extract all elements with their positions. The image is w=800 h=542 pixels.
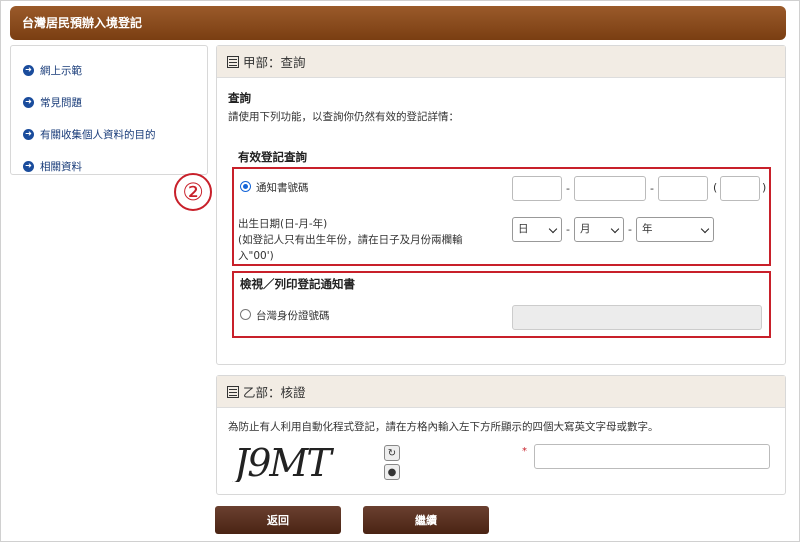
dob-label: 出生日期(日-月-年) bbox=[238, 218, 328, 230]
taiwan-id-input[interactable] bbox=[512, 305, 762, 330]
dash-separator: - bbox=[628, 223, 632, 236]
captcha-instruction: 為防止有人利用自動化程式登記，請在方格內輸入左下方所顯示的四個大寫英文字母或數字… bbox=[228, 421, 659, 433]
sidebar-item-label: 相關資料 bbox=[40, 160, 82, 173]
sidebar: ➜ 網上示範 ➜ 常見問題 ➜ 有關收集個人資料的目的 ➜ 相關資料 bbox=[10, 45, 208, 175]
page-title: 台灣居民預辦入境登記 bbox=[22, 16, 143, 30]
arrow-right-circle-icon: ➜ bbox=[23, 160, 34, 172]
continue-button[interactable]: 繼續 bbox=[363, 506, 489, 534]
dash-separator: - bbox=[566, 223, 570, 236]
paren-open: ( bbox=[713, 181, 718, 194]
month-select-value: 月 bbox=[580, 223, 591, 235]
captcha-text: J9MT bbox=[232, 441, 334, 482]
captcha-input[interactable] bbox=[534, 444, 770, 469]
print-notice-title: 檢視／列印登記通知書 bbox=[240, 277, 355, 291]
callout-number: ② bbox=[174, 173, 212, 211]
required-mark: * bbox=[522, 446, 527, 457]
page-header: 台灣居民預辦入境登記 bbox=[10, 6, 786, 40]
query-title: 查詢 bbox=[228, 91, 251, 105]
paren-close: ) bbox=[762, 181, 767, 194]
chevron-down-icon bbox=[610, 224, 620, 234]
audio-icon[interactable]: ● bbox=[384, 464, 400, 480]
back-button[interactable]: 返回 bbox=[215, 506, 341, 534]
notice-number-check-digit-input[interactable] bbox=[720, 176, 760, 201]
dash-separator: - bbox=[650, 182, 654, 195]
dob-hint: (如登記人只有出生年份，請在日子及月份兩欄輸 bbox=[238, 234, 463, 246]
notice-number-part2-input[interactable] bbox=[574, 176, 646, 201]
part-a-heading: 甲部：查詢 bbox=[243, 55, 306, 70]
part-b-heading: 乙部：核證 bbox=[243, 385, 306, 400]
day-select[interactable]: 日 bbox=[512, 217, 562, 242]
year-select-value: 年 bbox=[642, 223, 653, 235]
year-select[interactable]: 年 bbox=[636, 217, 714, 242]
month-select[interactable]: 月 bbox=[574, 217, 624, 242]
taiwan-id-radio[interactable] bbox=[240, 309, 251, 320]
notice-number-part1-input[interactable] bbox=[512, 176, 562, 201]
chevron-down-icon bbox=[548, 224, 558, 234]
form-icon bbox=[227, 385, 239, 398]
dob-hint-continued: 入"00') bbox=[238, 250, 274, 262]
form-icon bbox=[227, 55, 239, 68]
sidebar-item-faq[interactable]: ➜ 常見問題 bbox=[11, 86, 207, 118]
day-select-value: 日 bbox=[518, 223, 529, 235]
sidebar-item-label: 有關收集個人資料的目的 bbox=[40, 128, 156, 141]
arrow-right-circle-icon: ➜ bbox=[23, 128, 34, 140]
refresh-icon[interactable]: ↻ bbox=[384, 445, 400, 461]
notice-number-label: 通知書號碼 bbox=[256, 182, 309, 194]
arrow-right-circle-icon: ➜ bbox=[23, 64, 34, 76]
sidebar-item-data-collection-purpose[interactable]: ➜ 有關收集個人資料的目的 bbox=[11, 118, 207, 150]
dash-separator: - bbox=[566, 182, 570, 195]
query-description: 請使用下列功能，以查詢你仍然有效的登記詳情： bbox=[228, 111, 459, 123]
captcha-image: J9MT bbox=[232, 441, 336, 482]
sidebar-item-online-demo[interactable]: ➜ 網上示範 bbox=[11, 54, 207, 86]
sidebar-item-label: 常見問題 bbox=[40, 96, 82, 109]
chevron-down-icon bbox=[700, 224, 710, 234]
part-a-header: 甲部：查詢 bbox=[217, 46, 785, 78]
sidebar-item-related-info[interactable]: ➜ 相關資料 bbox=[11, 150, 207, 182]
sidebar-item-label: 網上示範 bbox=[40, 64, 82, 77]
part-b-header: 乙部：核證 bbox=[217, 376, 785, 408]
notice-number-radio[interactable] bbox=[240, 181, 251, 192]
arrow-right-circle-icon: ➜ bbox=[23, 96, 34, 108]
notice-number-part3-input[interactable] bbox=[658, 176, 708, 201]
taiwan-id-label: 台灣身份證號碼 bbox=[256, 310, 330, 322]
valid-query-title: 有效登記查詢 bbox=[238, 150, 307, 164]
